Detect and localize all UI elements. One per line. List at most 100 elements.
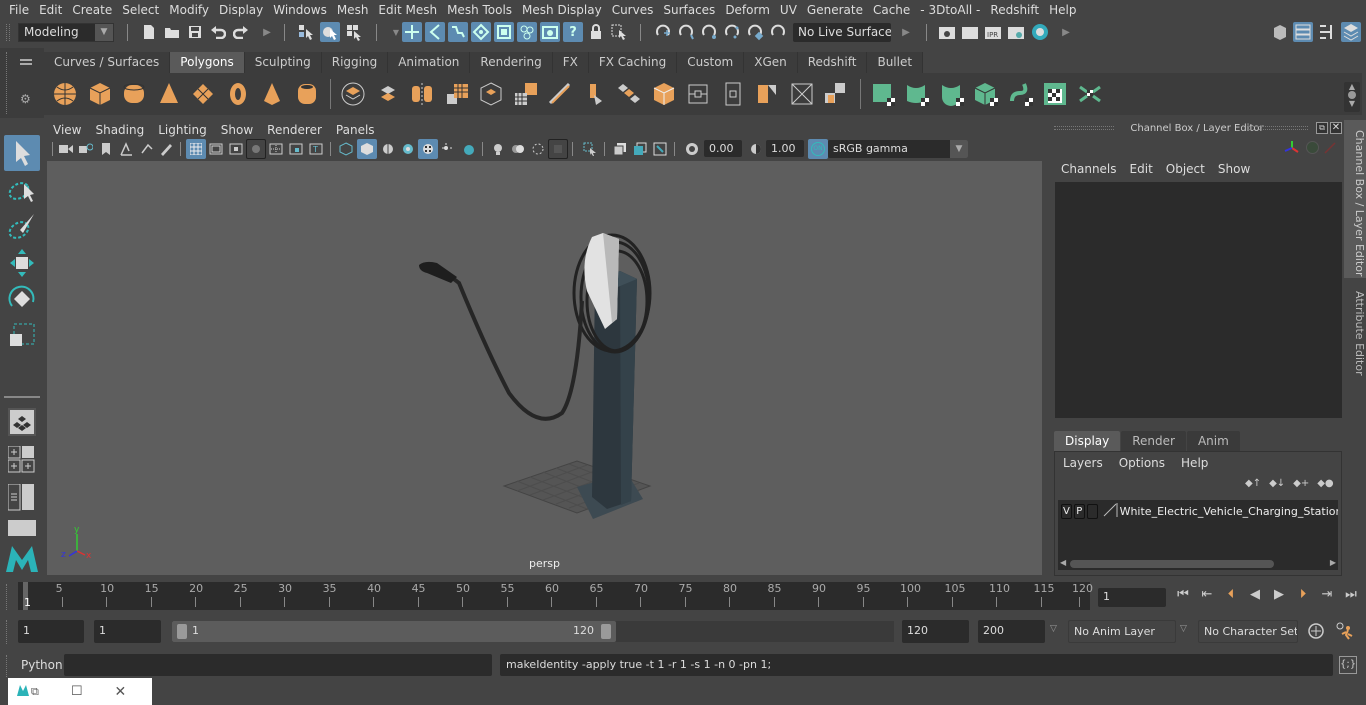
select-hierarchy-icon[interactable] [296, 22, 316, 42]
viewport-menu-shading[interactable]: Shading [88, 123, 151, 137]
channel-menu-object[interactable]: Object [1161, 162, 1213, 176]
manipulator-axes-icon[interactable] [1284, 140, 1300, 159]
poly-cylinder-icon[interactable] [121, 81, 147, 107]
collapse-arrow-icon[interactable]: ▶ [896, 22, 916, 42]
textured-icon[interactable] [398, 139, 418, 159]
select-tool-button[interactable] [4, 135, 40, 171]
channel-box-toggle-icon[interactable] [1341, 22, 1361, 42]
bevel-icon[interactable] [547, 81, 573, 107]
motion-blur-icon[interactable] [488, 139, 508, 159]
render-current-frame-icon[interactable] [937, 22, 957, 42]
snap-grid-icon[interactable] [402, 22, 422, 42]
boolean-icon[interactable] [651, 81, 677, 107]
layer-menu-help[interactable]: Help [1181, 456, 1224, 470]
channel-menu-edit[interactable]: Edit [1125, 162, 1161, 176]
2d-pan-zoom-icon[interactable] [136, 139, 156, 159]
next-key-icon[interactable]: ⏵ [1292, 587, 1314, 602]
playback-start-field[interactable]: 1 [94, 620, 161, 643]
xray-components-icon[interactable] [650, 139, 670, 159]
command-input[interactable] [64, 654, 492, 676]
multicut-icon[interactable] [685, 81, 711, 107]
remesh-icon[interactable] [513, 81, 539, 107]
layer-playback-toggle[interactable]: P [1073, 503, 1085, 519]
shelf-tab-xgen[interactable]: XGen [744, 52, 798, 73]
layout-uv-icon[interactable] [1077, 81, 1103, 107]
new-empty-layer-icon[interactable]: ◆+ [1293, 478, 1309, 489]
tab-channel-box[interactable]: Channel Box / Layer Editor [1344, 120, 1366, 278]
menu-mesh-tools[interactable]: Mesh Tools [442, 3, 517, 17]
go-to-end-icon[interactable]: ⏭ [1340, 587, 1362, 602]
automatic-uv-icon[interactable] [870, 81, 896, 107]
image-plane-icon[interactable] [116, 139, 136, 159]
current-frame-field[interactable]: 1 [1098, 588, 1166, 607]
drag-handle[interactable] [6, 655, 10, 677]
undo-icon[interactable] [208, 22, 228, 42]
step-forward-key-icon[interactable]: ⇥ [1316, 587, 1338, 602]
quad-draw-icon[interactable] [823, 81, 849, 107]
menu-windows[interactable]: Windows [268, 3, 332, 17]
attribute-editor-toggle-icon[interactable] [1293, 22, 1313, 42]
snap-vertex-icon[interactable] [517, 22, 537, 42]
gamma-icon[interactable] [746, 139, 766, 159]
close-icon[interactable]: ✕ [1330, 122, 1342, 134]
menu-modify[interactable]: Modify [164, 3, 214, 17]
film-gate-icon[interactable] [206, 139, 226, 159]
drag-handle[interactable] [6, 24, 10, 41]
range-end-handle[interactable] [601, 624, 611, 639]
viewport-menu-panels[interactable]: Panels [329, 123, 382, 137]
layer-menu-layers[interactable]: Layers [1063, 456, 1119, 470]
scroll-left-icon[interactable]: ◀ [1060, 558, 1066, 567]
unfold-uv-icon[interactable] [1008, 81, 1034, 107]
scale-tool-button[interactable] [4, 318, 40, 352]
select-camera-icon[interactable] [609, 22, 629, 42]
menu-create[interactable]: Create [67, 3, 117, 17]
poly-plane-icon[interactable] [190, 81, 216, 107]
new-scene-icon[interactable] [139, 22, 159, 42]
multisample-aa-icon[interactable] [508, 139, 528, 159]
wireframe-on-shaded-icon[interactable] [378, 139, 398, 159]
menu-select[interactable]: Select [117, 3, 164, 17]
scroll-right-icon[interactable]: ▶ [1330, 558, 1336, 567]
layer-type-toggle[interactable] [1086, 503, 1098, 519]
render-sequence-icon[interactable] [960, 22, 980, 42]
gate-mask-icon[interactable] [246, 139, 266, 159]
menu-edit-mesh[interactable]: Edit Mesh [373, 3, 442, 17]
shelf-scroll[interactable]: ▲ ▼ [1344, 82, 1360, 112]
shelf-tab-redshift[interactable]: Redshift [797, 52, 868, 73]
insert-edge-loop-icon[interactable] [720, 81, 746, 107]
layer-tab-display[interactable]: Display [1054, 431, 1121, 451]
scroll-up-icon[interactable]: ▲ [1344, 82, 1360, 91]
restore-icon[interactable]: ⧉ [31, 685, 39, 699]
viewport-menu-show[interactable]: Show [214, 123, 260, 137]
smooth-icon[interactable] [444, 81, 470, 107]
lasso-tool-button[interactable] [4, 174, 40, 208]
menu-surfaces[interactable]: Surfaces [658, 3, 720, 17]
menu-redshift[interactable]: Redshift [985, 3, 1044, 17]
layer-row[interactable]: V P White_Electric_Vehicle_Charging_Stat… [1058, 502, 1338, 520]
planar-uv-icon[interactable] [973, 81, 999, 107]
layer-horizontal-scrollbar[interactable]: ◀ ▶ [1058, 558, 1338, 570]
shelf-tab-fx-caching[interactable]: FX Caching [588, 52, 678, 73]
persp-graph-layout-button[interactable] [8, 520, 36, 536]
use-all-lights-icon[interactable] [418, 139, 438, 159]
smooth-shade-icon[interactable] [357, 139, 377, 159]
anim-layer-dropdown[interactable]: No Anim Layer [1068, 620, 1176, 643]
bookmark-icon[interactable] [96, 139, 116, 159]
shelf-menu-icon[interactable] [20, 59, 32, 65]
command-language-label[interactable]: Python [21, 658, 63, 672]
range-start-handle[interactable] [177, 624, 187, 639]
tab-attribute-editor[interactable]: Attribute Editor [1344, 282, 1366, 378]
menu-edit[interactable]: Edit [34, 3, 67, 17]
shelf-tab-animation[interactable]: Animation [388, 52, 471, 73]
collapse-arrow-icon[interactable]: ▶ [1056, 22, 1076, 42]
menu-uv[interactable]: UV [775, 3, 802, 17]
soft-select-icon[interactable] [722, 22, 742, 42]
xray-joints-icon[interactable] [630, 139, 650, 159]
shelf-tab-curves-surfaces[interactable]: Curves / Surfaces [44, 52, 171, 73]
character-set-dropdown[interactable]: No Character Set [1198, 620, 1298, 643]
safe-title-icon[interactable]: T [306, 139, 326, 159]
shelf-tab-rendering[interactable]: Rendering [470, 52, 553, 73]
shelf-tab-bullet[interactable]: Bullet [867, 52, 924, 73]
gamma-field[interactable]: 1.00 [766, 140, 804, 157]
colorspace-dropdown[interactable]: sRGB gamma ▼ [828, 140, 968, 158]
